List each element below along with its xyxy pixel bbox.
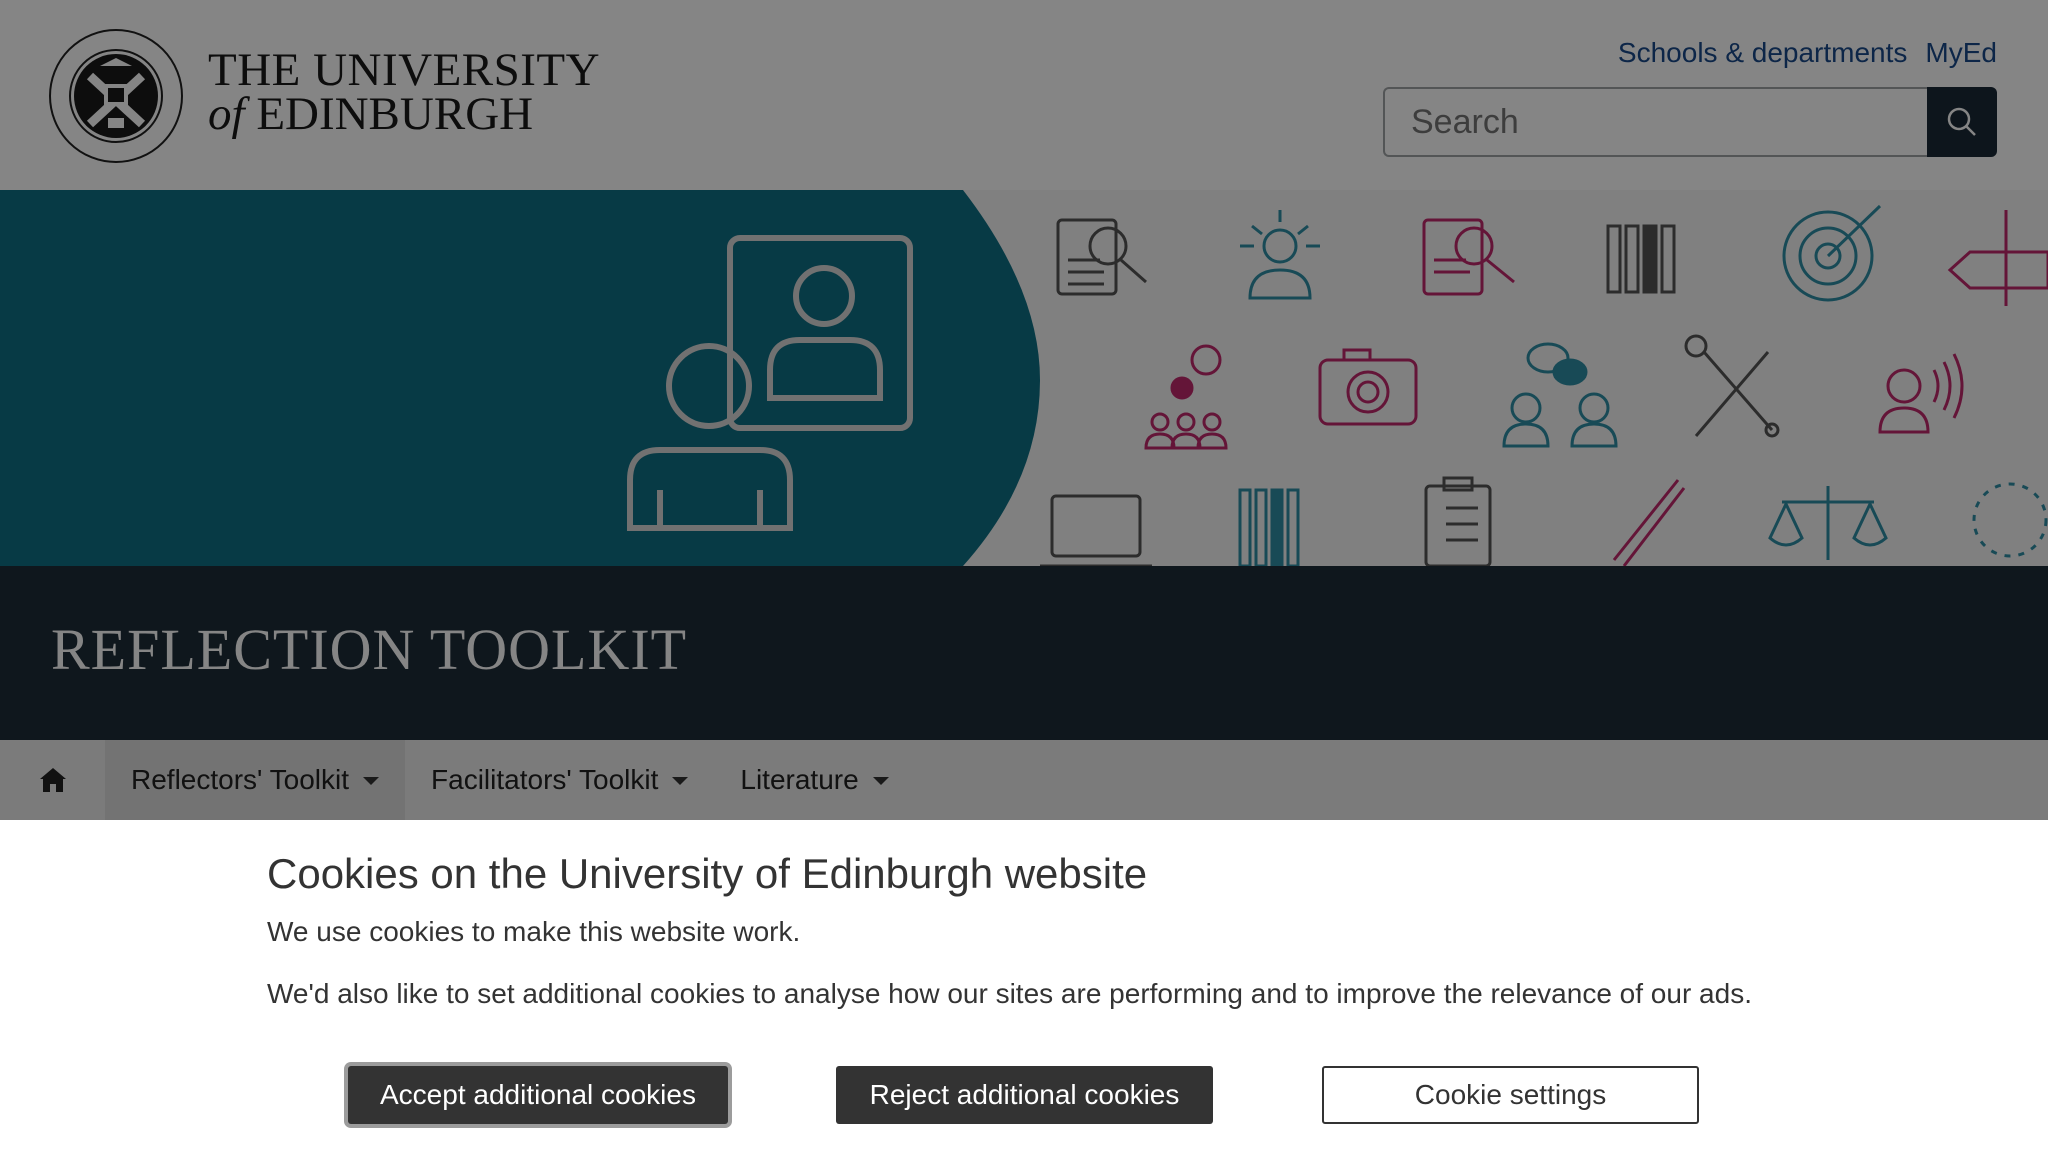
cookie-text-essential: We use cookies to make this website work…: [267, 916, 801, 947]
modal-backdrop: [0, 0, 2048, 820]
cookie-banner: Cookies on the University of Edinburgh w…: [0, 820, 2048, 1152]
reject-cookies-button[interactable]: Reject additional cookies: [836, 1066, 1213, 1124]
accept-cookies-button[interactable]: Accept additional cookies: [348, 1066, 728, 1124]
cookie-heading: Cookies on the University of Edinburgh w…: [267, 850, 1148, 897]
cookie-settings-button[interactable]: Cookie settings: [1322, 1066, 1699, 1124]
cookie-text-additional: We'd also like to set additional cookies…: [267, 978, 1752, 1009]
